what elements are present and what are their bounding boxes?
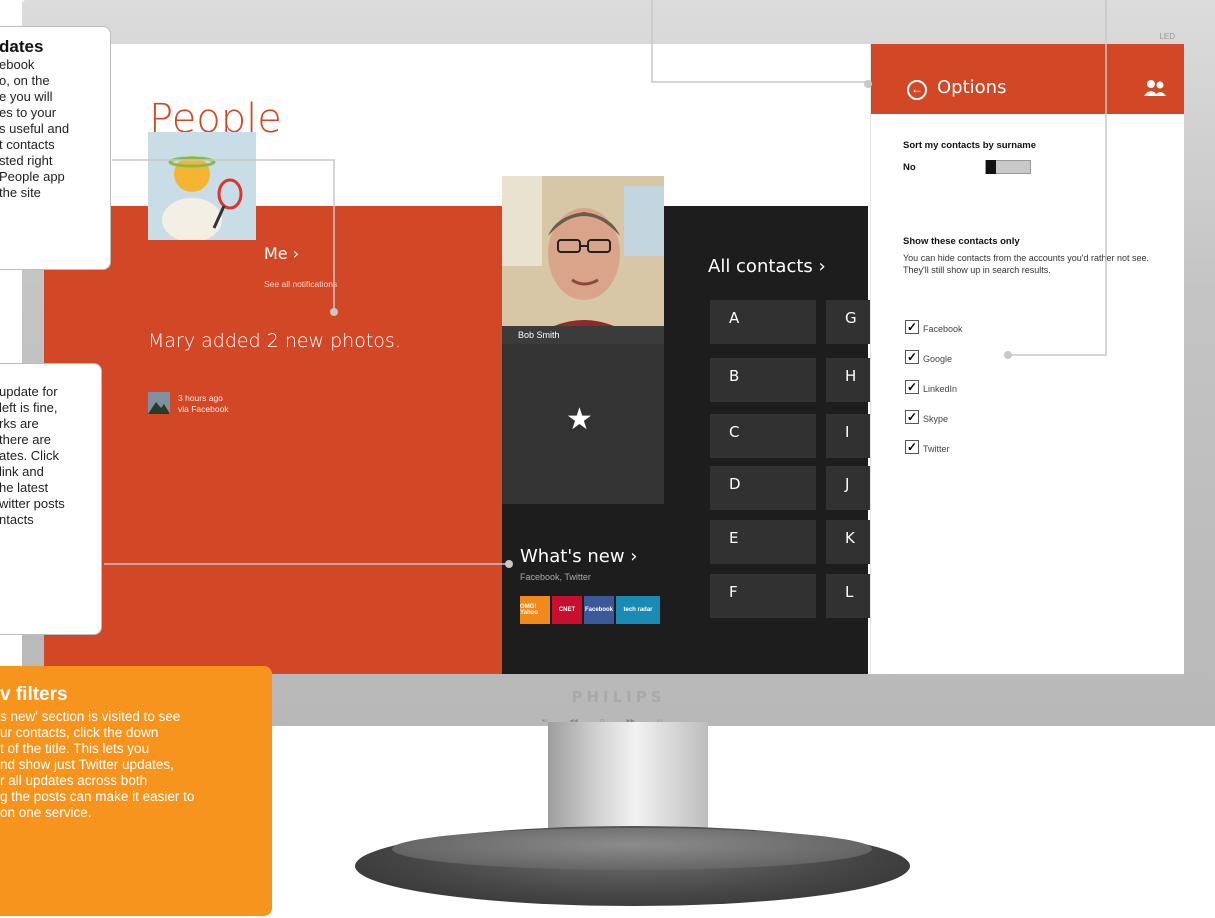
feed-update-text[interactable]: Mary added 2 new photos. <box>148 328 408 355</box>
checkbox-label: Google <box>923 354 953 364</box>
callout-body: s new' section is visited to see ur cont… <box>0 709 268 821</box>
letter-tile[interactable]: G <box>826 300 872 344</box>
monitor-foot-top <box>392 828 872 870</box>
callout-line: link and <box>0 464 44 479</box>
back-arrow-icon[interactable]: ← <box>907 80 927 100</box>
monitor-button[interactable]: ▪▫ <box>542 716 548 725</box>
callout-line: ur contacts, click the down <box>0 725 159 740</box>
callout-line: on one service. <box>0 805 92 820</box>
account-checkbox-row[interactable]: ✓ Twitter <box>905 440 950 454</box>
callout-line: s useful and <box>0 121 70 136</box>
sort-setting-label: Sort my contacts by surname <box>903 140 1037 151</box>
letter-tile[interactable]: E <box>710 520 816 564</box>
toggle-thumb[interactable] <box>986 160 996 174</box>
feed-time: 3 hours ago <box>178 393 223 403</box>
callout-line: the site <box>0 185 41 200</box>
callout-line: witter posts <box>0 496 65 511</box>
me-link[interactable]: Me › <box>264 244 299 263</box>
options-flyout: ← Options Sort my contacts by surname No… <box>870 44 1184 674</box>
callout-body: ebook o, on the e you will es to your s … <box>0 57 110 201</box>
callout-line: o, on the <box>0 73 50 88</box>
callout-line: there are <box>0 432 52 447</box>
callout-line: ntacts <box>0 512 34 527</box>
callout-title: v filters <box>0 684 68 705</box>
led-label: LED <box>1159 32 1175 41</box>
callout-line: r all updates across both <box>0 773 148 788</box>
callout-line: es to your <box>0 105 57 120</box>
callout-line: t contacts <box>0 137 55 152</box>
me-panel <box>44 206 502 674</box>
feed-meta: 3 hours ago via Facebook <box>178 393 229 415</box>
callout-line: update for <box>0 384 58 399</box>
letter-tile[interactable]: L <box>826 574 872 618</box>
updates-callout: dates ebook o, on the e you will es to y… <box>0 26 111 270</box>
all-contacts-link[interactable]: All contacts › <box>708 256 826 277</box>
whats-new-logos[interactable]: OMG! Yahoo CNET Facebook tech radar <box>520 596 660 624</box>
news-logo: OMG! Yahoo <box>520 596 550 624</box>
star-icon: ★ <box>566 402 593 437</box>
callout-line: rks are <box>0 416 39 431</box>
whats-new-callout: update for left is fine, rks are there a… <box>0 363 102 635</box>
letter-tile[interactable]: I <box>826 414 872 458</box>
checkbox-label: LinkedIn <box>923 384 958 394</box>
checkbox[interactable]: ✓ <box>905 440 919 454</box>
account-checkbox-row[interactable]: ✓ Skype <box>905 410 948 424</box>
account-checkbox-row[interactable]: ✓ LinkedIn <box>905 380 957 394</box>
photo-stage: LED PHILIPS ▪▫ ◂◂ ○ ▸▸ ◦◦ People Me › Se <box>0 0 1215 918</box>
callout-line: People app <box>0 169 65 184</box>
letter-tile[interactable]: C <box>710 414 816 458</box>
see-all-notifications-link[interactable]: See all notifications <box>264 279 337 289</box>
news-logo: tech radar <box>616 596 660 624</box>
letter-tile[interactable]: F <box>710 574 816 618</box>
sort-toggle[interactable] <box>985 160 1031 174</box>
letter-tile[interactable]: K <box>826 520 872 564</box>
account-checkbox-row[interactable]: ✓ Google <box>905 350 952 364</box>
options-title: Options <box>937 77 1007 98</box>
checkbox-label: Twitter <box>923 444 950 454</box>
callout-line: s new' section is visited to see <box>0 709 181 724</box>
show-contacts-description: You can hide contacts from the accounts … <box>903 253 1150 275</box>
checkbox-label: Facebook <box>923 324 963 334</box>
callout-line: e you will <box>0 89 53 104</box>
callout-line: g the posts can make it easier to <box>0 789 195 804</box>
callout-line: nd show just Twitter updates, <box>0 757 174 772</box>
letter-tile[interactable]: J <box>826 466 872 510</box>
checkbox[interactable]: ✓ <box>905 380 919 394</box>
people-icon[interactable] <box>1143 78 1167 98</box>
letter-tile[interactable]: A <box>710 300 816 344</box>
contact-photo-icon <box>502 176 664 344</box>
feed-source: via Facebook <box>178 404 229 414</box>
letter-tile[interactable]: B <box>710 358 816 402</box>
favorite-contact-tile[interactable] <box>502 176 664 344</box>
news-logo: Facebook <box>584 596 614 624</box>
avatar-icon <box>148 132 256 240</box>
photo-thumbnail-icon <box>148 392 170 414</box>
news-logo: CNET <box>552 596 582 624</box>
sort-setting-value: No <box>903 162 916 173</box>
options-header: ← Options <box>871 44 1184 114</box>
feed-thumbnail[interactable] <box>148 392 170 414</box>
whats-new-link[interactable]: What's new › <box>520 546 637 567</box>
screen: People Me › See all notifications Mary a… <box>44 44 1184 674</box>
show-contacts-label: Show these contacts only <box>903 236 1020 247</box>
checkbox[interactable]: ✓ <box>905 350 919 364</box>
favorite-name: Bob Smith <box>518 330 560 340</box>
callout-title: dates <box>0 37 44 56</box>
callout-line: sted right <box>0 153 53 168</box>
whats-new-sources: Facebook, Twitter <box>520 572 591 582</box>
checkbox-label: Skype <box>923 414 949 424</box>
filters-callout: v filters s new' section is visited to s… <box>0 666 272 916</box>
callout-body: update for left is fine, rks are there a… <box>0 384 101 528</box>
checkbox[interactable]: ✓ <box>905 410 919 424</box>
callout-line: ebook <box>0 57 35 72</box>
me-avatar[interactable] <box>148 132 256 240</box>
callout-line: left is fine, <box>0 400 58 415</box>
letter-tile[interactable]: H <box>826 358 872 402</box>
callout-line: t of the title. This lets you <box>0 741 150 756</box>
checkbox[interactable]: ✓ <box>905 320 919 334</box>
account-checkbox-row[interactable]: ✓ Facebook <box>905 320 963 334</box>
callout-line: he latest <box>0 480 49 495</box>
callout-line: ates. Click <box>0 448 59 463</box>
letter-tile[interactable]: D <box>710 466 816 510</box>
